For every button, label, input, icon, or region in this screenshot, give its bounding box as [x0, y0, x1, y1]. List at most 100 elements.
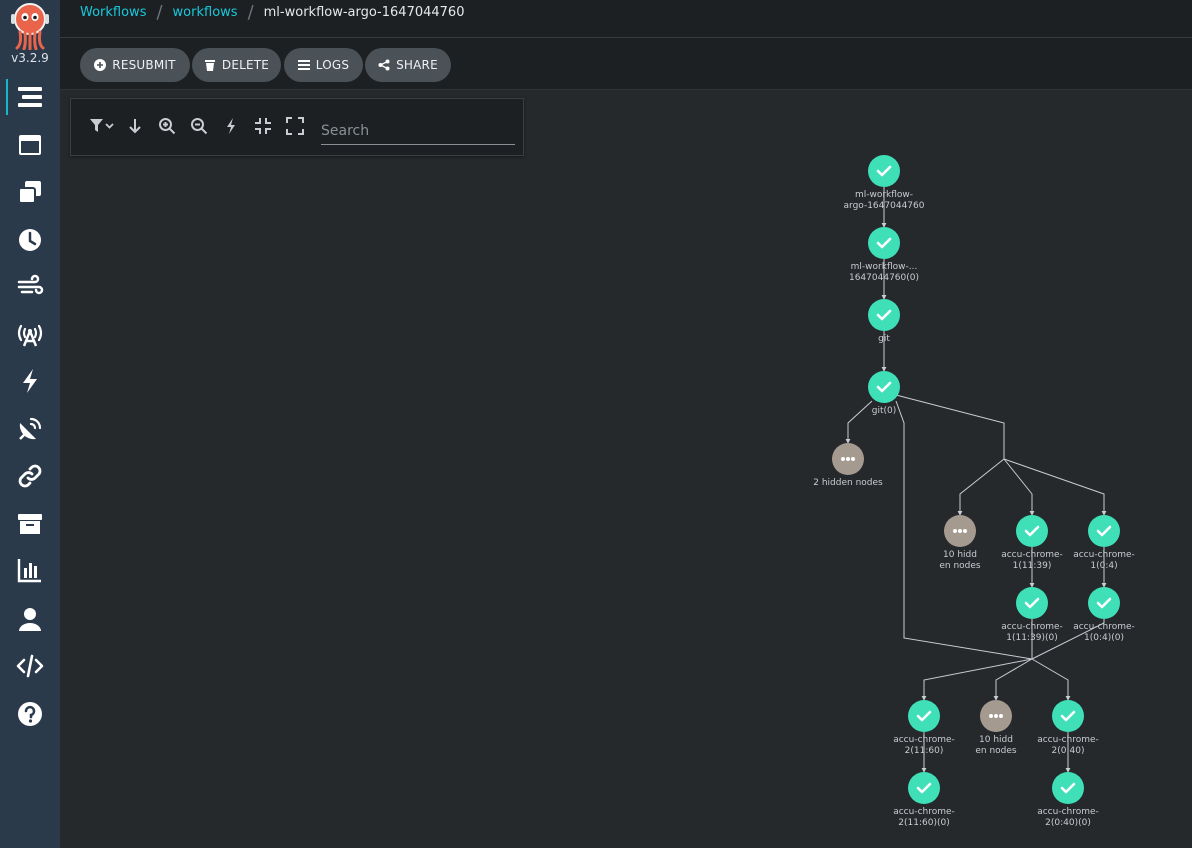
workflow-node[interactable]: accu-chrome-2(0:40)(0)	[1037, 772, 1099, 828]
hidden-nodes-group[interactable]: 10 hidden nodes	[939, 515, 981, 571]
bars-icon	[297, 60, 310, 70]
node-label: accu-chrome-	[1037, 807, 1099, 817]
sidebar-item-link[interactable]	[0, 454, 60, 498]
compress-icon	[255, 118, 271, 134]
workflow-node[interactable]: accu-chrome-1(11:39)(0)	[1001, 587, 1063, 643]
expand-button[interactable]	[284, 115, 306, 137]
breadcrumb-namespace[interactable]: workflows	[173, 5, 238, 20]
workflow-node[interactable]: accu-chrome-1(0:4)	[1073, 515, 1135, 571]
node-circle	[868, 227, 900, 259]
sidebar-item-clone[interactable]	[0, 170, 60, 214]
delete-label: DELETE	[221, 58, 270, 72]
sidebar-item-timeline[interactable]	[0, 75, 60, 119]
sidebar-item-window[interactable]	[0, 123, 60, 167]
breadcrumb-current: ml-workflow-argo-1647044760	[263, 5, 465, 20]
app-root: v3.2.9 Workflows / workflows / ml-workfl…	[0, 0, 1192, 848]
sidebar-item-archive[interactable]	[0, 502, 60, 546]
graph-edge	[921, 658, 1033, 701]
node-label: argo-1647044760	[844, 201, 925, 211]
workflow-node[interactable]: accu-chrome-1(11:39)	[1001, 515, 1063, 571]
link-icon	[18, 464, 42, 488]
node-label: 1(0:4)(0)	[1084, 633, 1124, 643]
sidebar-item-sensors[interactable]	[0, 407, 60, 451]
resubmit-label: RESUBMIT	[112, 58, 176, 72]
node-label: accu-chrome-	[893, 735, 955, 745]
delete-button[interactable]: DELETE	[192, 48, 281, 82]
node-circle	[1016, 515, 1048, 547]
workflow-node[interactable]: accu-chrome-2(11:60)(0)	[893, 772, 955, 828]
fast-layout-button[interactable]	[220, 115, 242, 137]
sort-down-button[interactable]	[124, 115, 146, 137]
workflow-node[interactable]: git	[868, 299, 900, 344]
broadcast-tower-icon	[17, 324, 43, 347]
argo-logo-icon[interactable]	[8, 2, 52, 50]
bolt-icon	[227, 118, 235, 134]
node-circle	[1052, 772, 1084, 804]
workflow-node[interactable]: accu-chrome-2(0:40)	[1037, 700, 1099, 756]
node-label: accu-chrome-	[893, 807, 955, 817]
user-icon	[19, 608, 41, 631]
filter-icon	[90, 119, 114, 132]
graph-edge	[1003, 458, 1107, 516]
zoom-out-button[interactable]	[188, 115, 210, 137]
code-icon	[16, 654, 44, 678]
node-label: 2 hidden nodes	[813, 478, 883, 488]
workflow-node[interactable]: accu-chrome-1(0:4)(0)	[1073, 587, 1135, 643]
node-label: git(0)	[872, 406, 897, 416]
node-label: 1(11:39)(0)	[1006, 633, 1057, 643]
hidden-nodes-group[interactable]: 2 hidden nodes	[813, 443, 883, 488]
node-label: 10 hidd	[943, 550, 977, 560]
archive-icon	[18, 514, 42, 534]
workflow-node[interactable]: ml-workflow-...1647044760(0)	[849, 227, 919, 283]
sidebar-item-events[interactable]	[0, 359, 60, 403]
node-label: ml-workflow-...	[851, 262, 918, 272]
satellite-dish-icon	[19, 417, 42, 440]
node-circle	[1052, 700, 1084, 732]
node-label: accu-chrome-	[1001, 622, 1063, 632]
node-label: git	[878, 334, 890, 344]
timeline-icon	[18, 87, 42, 107]
sidebar-item-reports[interactable]	[0, 548, 60, 592]
sidebar: v3.2.9	[0, 0, 60, 848]
graph-edge	[993, 658, 1033, 701]
sidebar-item-clock[interactable]	[0, 218, 60, 262]
zoom-in-button[interactable]	[156, 115, 178, 137]
graph-search-input[interactable]	[321, 113, 515, 145]
node-label: en nodes	[975, 746, 1017, 756]
bolt-icon	[23, 369, 37, 393]
node-label: accu-chrome-	[1073, 622, 1135, 632]
node-label: 2(0:40)	[1052, 746, 1085, 756]
graph-edge	[845, 400, 873, 444]
sidebar-item-api-docs[interactable]	[0, 644, 60, 688]
window-icon	[19, 135, 41, 155]
workflow-node[interactable]: ml-workflow-argo-1647044760	[844, 155, 925, 211]
hidden-nodes-group[interactable]: 10 hidden nodes	[975, 700, 1017, 756]
logs-button[interactable]: LOGS	[284, 48, 363, 82]
trash-icon	[204, 60, 215, 71]
node-label: 2(11:60)	[905, 746, 944, 756]
graph-edge	[1031, 658, 1071, 701]
node-label: accu-chrome-	[1037, 735, 1099, 745]
sidebar-item-user[interactable]	[0, 597, 60, 641]
sidebar-item-stream[interactable]	[0, 265, 60, 309]
node-circle	[1088, 587, 1120, 619]
node-circle	[1016, 587, 1048, 619]
node-circle	[868, 371, 900, 403]
breadcrumb-separator: /	[156, 1, 163, 23]
node-label: accu-chrome-	[1073, 550, 1135, 560]
sidebar-item-broadcast[interactable]	[0, 312, 60, 356]
stream-icon	[17, 274, 44, 295]
node-label: accu-chrome-	[1001, 550, 1063, 560]
breadcrumb-separator: /	[247, 1, 254, 23]
chart-bar-icon	[17, 559, 41, 583]
workflow-node[interactable]: git(0)	[868, 371, 900, 416]
collapse-button[interactable]	[252, 115, 274, 137]
breadcrumb-workflows[interactable]: Workflows	[80, 5, 146, 20]
sidebar-item-help[interactable]	[0, 692, 60, 736]
workflow-node[interactable]: accu-chrome-2(11:60)	[893, 700, 955, 756]
share-button[interactable]: SHARE	[365, 48, 451, 82]
arrow-down-icon	[129, 119, 141, 134]
resubmit-button[interactable]: RESUBMIT	[80, 48, 190, 82]
filter-dropdown[interactable]	[89, 115, 115, 137]
graph-edge	[957, 458, 1005, 516]
